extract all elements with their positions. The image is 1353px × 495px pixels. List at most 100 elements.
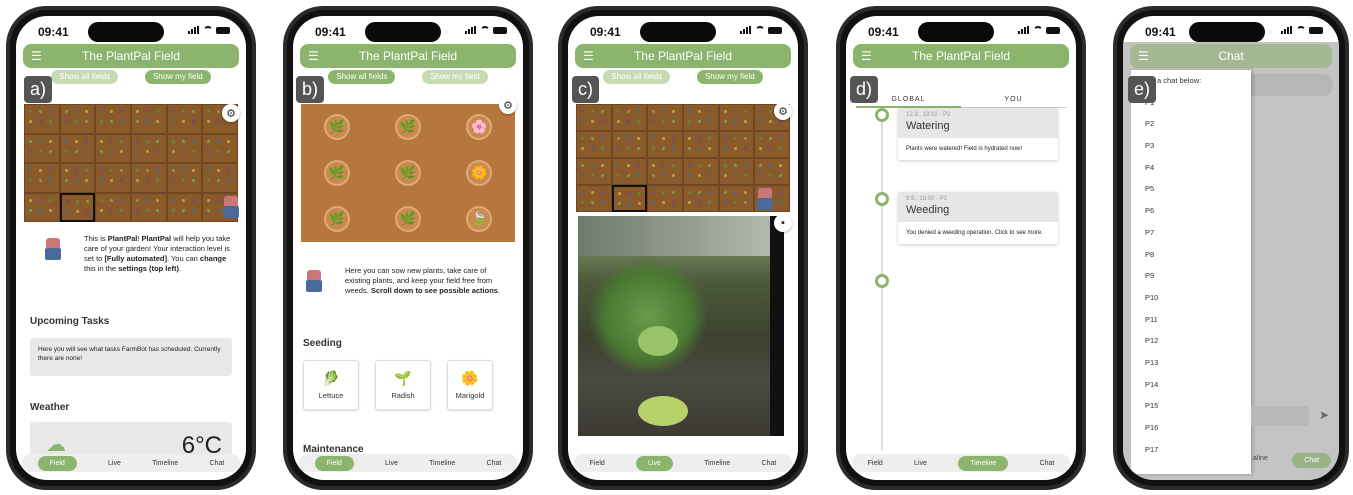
chat-item[interactable]: P6 — [1131, 200, 1251, 222]
plant-dot — [688, 164, 691, 167]
seed-lettuce-button[interactable]: 🥬 Lettuce — [303, 360, 359, 410]
field-detail[interactable]: 🌿 🌿 🌸 🌿 🌿 🌼 🌿 🌿 🍃 — [301, 104, 515, 242]
plant-dot — [733, 120, 737, 123]
show-my-field-button[interactable]: Show my field — [144, 70, 211, 84]
nav-field[interactable]: Field — [868, 460, 883, 467]
page-title: Chat — [1218, 49, 1244, 63]
chat-item[interactable]: P7 — [1131, 222, 1251, 244]
nav-chat[interactable]: Chat — [1040, 460, 1055, 467]
nav-timeline[interactable]: Timeline — [429, 460, 455, 467]
chat-item[interactable]: P14 — [1131, 374, 1251, 396]
nav-field[interactable]: Field — [37, 455, 77, 471]
tab-you[interactable]: YOU — [961, 92, 1066, 108]
plant-dot — [601, 137, 604, 140]
plant-dot — [181, 169, 185, 172]
plant-dot — [601, 201, 604, 204]
plant-dot — [29, 208, 32, 212]
menu-icon[interactable]: ☰ — [308, 49, 319, 63]
gear-icon[interactable]: ⚙ — [774, 102, 792, 120]
nav-chat[interactable]: Chat — [1292, 453, 1331, 468]
nav-timeline[interactable]: Timeline — [704, 460, 730, 467]
nav-timeline-partial[interactable]: aline — [1253, 455, 1268, 462]
plant-dot — [171, 169, 175, 172]
plant-icon[interactable]: 🌿 — [394, 206, 421, 232]
chat-item[interactable]: P13 — [1131, 352, 1251, 374]
show-all-fields-button[interactable]: Show all fields — [603, 70, 671, 84]
plant-icon[interactable]: 🌿 — [323, 160, 350, 186]
plant-icon[interactable]: 🌿 — [394, 114, 421, 140]
send-icon[interactable]: ➤ — [1319, 408, 1329, 422]
plant-dot — [723, 110, 727, 113]
chat-item[interactable]: P10 — [1131, 287, 1251, 309]
timeline-event-card[interactable]: 12.9., 18:02 - P2 Watering Plants were wa… — [898, 108, 1058, 160]
nav-field[interactable]: Field — [590, 460, 605, 467]
nav-chat[interactable]: Chat — [487, 460, 502, 467]
show-all-fields-button[interactable]: Show all fields — [51, 70, 119, 84]
plant-dot — [672, 191, 676, 194]
plant-dot — [120, 198, 124, 202]
gear-icon[interactable]: ⚙ — [222, 104, 240, 122]
chat-item[interactable]: P3 — [1131, 135, 1251, 157]
plant-dot — [626, 120, 630, 123]
plant-dot — [39, 120, 42, 123]
plant-dot — [29, 110, 32, 113]
nav-live[interactable]: Live — [108, 460, 121, 467]
leaf-icon[interactable]: 🍃 — [466, 206, 493, 232]
nav-live[interactable]: Live — [385, 460, 398, 467]
chat-item[interactable]: P2 — [1131, 113, 1251, 135]
chat-item[interactable]: P11 — [1131, 309, 1251, 331]
chat-item[interactable]: P9 — [1131, 265, 1251, 287]
timeline-event-card[interactable]: 9.9., 18:00 - P2 Weeding You denied a wee… — [898, 192, 1058, 244]
plant-dot — [49, 208, 52, 212]
menu-icon[interactable]: ☰ — [31, 49, 42, 63]
chat-item[interactable]: P8 — [1131, 244, 1251, 266]
nav-field[interactable]: Field — [314, 455, 354, 471]
plant-dot — [743, 191, 747, 194]
plant-dot — [29, 120, 32, 123]
field-map[interactable] — [24, 104, 238, 222]
nav-chat[interactable]: Chat — [210, 460, 225, 467]
plant-dot — [191, 198, 195, 202]
plant-dot — [120, 169, 124, 172]
chat-item[interactable]: P12 — [1131, 330, 1251, 352]
flower-icon[interactable]: 🌸 — [466, 114, 493, 140]
nav-chat[interactable]: Chat — [762, 460, 777, 467]
menu-icon[interactable]: ☰ — [583, 49, 594, 63]
plant-dot — [652, 120, 656, 123]
plant-dot — [207, 169, 211, 172]
gear-icon[interactable]: ⚙ — [499, 96, 517, 114]
plant-dot — [171, 198, 175, 202]
camera-icon[interactable]: ▪ — [774, 214, 792, 232]
chat-item[interactable]: P15 — [1131, 395, 1251, 417]
plant-dot — [637, 192, 641, 195]
chat-item[interactable]: P4 — [1131, 157, 1251, 179]
signal-icon — [740, 26, 752, 34]
screen-c: 09:41 ☰ The PlantPal Field Show all field… — [568, 16, 798, 480]
battery-icon — [768, 26, 782, 34]
show-all-fields-button[interactable]: Show all fields — [328, 70, 396, 84]
chat-item[interactable]: P5 — [1131, 178, 1251, 200]
nav-live[interactable]: Live — [636, 455, 673, 471]
nav-timeline[interactable]: Timeline — [958, 455, 1009, 471]
plant-dot — [698, 174, 701, 177]
menu-icon[interactable]: ☰ — [1138, 49, 1149, 63]
chat-item[interactable]: P16 — [1131, 417, 1251, 439]
plant-dot — [662, 147, 666, 150]
plant-dot — [75, 199, 79, 203]
nav-live[interactable]: Live — [914, 460, 927, 467]
app-bar: ☰ The PlantPal Field — [853, 44, 1069, 68]
show-my-field-button[interactable]: Show my field — [421, 70, 488, 84]
flower-icon[interactable]: 🌼 — [466, 160, 493, 186]
plant-dot — [49, 110, 52, 113]
plant-icon[interactable]: 🌿 — [323, 114, 350, 140]
show-my-field-button[interactable]: Show my field — [696, 70, 763, 84]
plant-dot — [191, 120, 195, 123]
plant-dot — [110, 169, 114, 172]
plant-icon[interactable]: 🌿 — [323, 206, 350, 232]
seed-radish-button[interactable]: 🌱 Radish — [375, 360, 431, 410]
seed-marigold-button[interactable]: 🌼 Marigold — [447, 360, 493, 410]
chat-item[interactable]: P17 — [1131, 439, 1251, 461]
nav-timeline[interactable]: Timeline — [152, 460, 178, 467]
menu-icon[interactable]: ☰ — [861, 49, 872, 63]
plant-icon[interactable]: 🌿 — [394, 160, 421, 186]
